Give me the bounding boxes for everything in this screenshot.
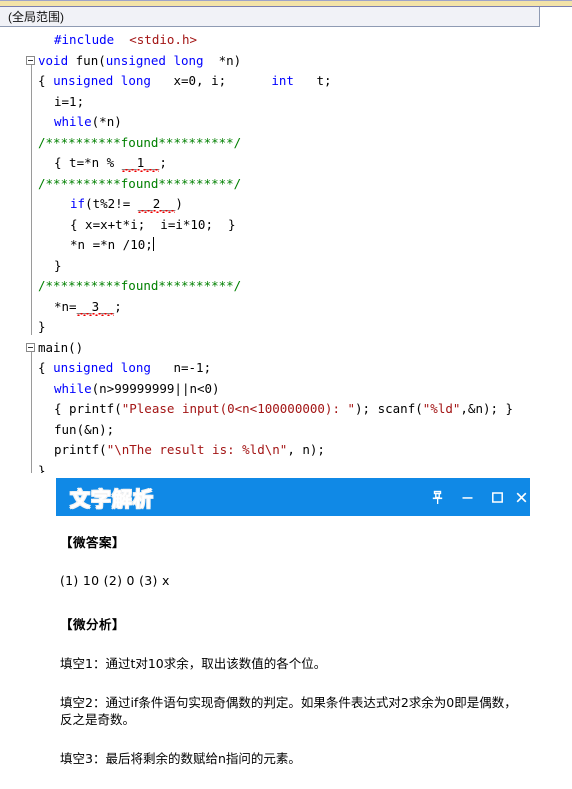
code-line[interactable]: /**********found**********/	[0, 174, 572, 195]
code-token: { t=*n %	[54, 155, 122, 170]
code-line[interactable]: { x=x+t*i; i=i*10; }	[0, 215, 572, 236]
code-token: while	[54, 114, 92, 129]
code-token: main()	[38, 339, 84, 355]
pin-icon[interactable]	[422, 478, 452, 516]
code-token: {	[38, 73, 54, 88]
code-token: fun(	[75, 52, 106, 68]
code-token: "%ld"	[422, 401, 461, 416]
code-line[interactable]: { printf("Please input(0<n<100000000): "…	[0, 399, 572, 420]
code-line[interactable]: /**********found**********/	[0, 133, 572, 154]
code-token: ); scanf(	[355, 401, 423, 416]
panel-title: 文字解析	[70, 486, 154, 511]
code-token: void	[38, 52, 76, 68]
code-token: (n>99999999||n<0)	[91, 380, 220, 396]
code-token: *n=	[54, 298, 77, 314]
code-line[interactable]: { unsigned long n=-1;	[0, 358, 572, 379]
code-token: "Please input(0<n<100000000): "	[121, 401, 356, 416]
panel-body: 【微答案】 (1) 10 (2) 0 (3) x 【微分析】 填空1：通过t对1…	[56, 516, 530, 767]
close-icon[interactable]	[512, 478, 530, 516]
code-token: )	[175, 196, 183, 211]
code-line[interactable]: if(t%2!= __2__)	[0, 194, 572, 215]
code-token: /**********found**********/	[38, 278, 242, 293]
scope-combobox[interactable]: (全局范围)	[0, 7, 540, 27]
code-line[interactable]: { t=*n % __1__;	[0, 153, 572, 174]
code-line[interactable]: }	[0, 256, 572, 277]
analysis-heading: 【微分析】	[60, 617, 126, 632]
code-token: /**********found**********/	[38, 134, 242, 150]
top-gold-strip	[0, 0, 572, 7]
code-line[interactable]: while(n>99999999||n<0)	[0, 379, 572, 400]
code-token: ,&n); }	[460, 401, 514, 416]
maximize-icon[interactable]	[482, 478, 512, 516]
code-token: "\nThe result is: %ld\n"	[106, 442, 288, 457]
code-line[interactable]: while(*n)	[0, 112, 572, 133]
code-token: __3__	[76, 298, 115, 314]
code-token: /**********found**********/	[38, 175, 242, 191]
analysis-list: 填空1：通过t对10求余，取出该数值的各个位。填空2：通过if条件语句实现奇偶数…	[60, 655, 530, 767]
code-line[interactable]: void fun(unsigned long *n)	[0, 51, 572, 72]
code-line[interactable]: fun(&n);	[0, 420, 572, 441]
code-line[interactable]: #include <stdio.h>	[0, 30, 572, 51]
analysis-item: 填空2：通过if条件语句实现奇偶数的判定。如果条件表达式对2求余为0即是偶数，反…	[60, 695, 517, 727]
code-token: (*n)	[91, 114, 122, 129]
analysis-item: 填空3：最后将剩余的数赋给n指问的元素。	[60, 751, 301, 766]
code-token: }	[38, 462, 46, 474]
answer-text: (1) 10 (2) 0 (3) x	[60, 573, 170, 588]
explanation-panel: 文字解析 【微答案】 (1) 10 (2) 0 (3) x 【微分析】 填空1：…	[56, 478, 530, 789]
code-line[interactable]: printf("\nThe result is: %ld\n", n);	[0, 440, 572, 461]
code-token: *n)	[211, 52, 242, 68]
code-line[interactable]: main()	[0, 338, 572, 359]
code-token: ;	[114, 298, 122, 314]
code-line[interactable]: }	[0, 317, 572, 338]
code-token: #include	[54, 32, 122, 47]
code-line[interactable]: *n=__3__;	[0, 297, 572, 318]
text-caret	[152, 237, 154, 251]
code-token: unsigned long	[105, 52, 212, 68]
code-token: x=0, i;	[158, 73, 272, 88]
code-token: }	[38, 319, 46, 334]
code-token: *n =*n /10;	[70, 237, 153, 252]
code-token: __2__	[137, 196, 176, 211]
minimize-icon[interactable]	[452, 478, 482, 516]
code-token: if	[70, 196, 86, 211]
code-token: int	[271, 73, 302, 88]
code-line[interactable]: i=1;	[0, 92, 572, 113]
code-token: n=-1;	[158, 360, 212, 375]
code-token: {	[38, 360, 54, 375]
code-token: , n);	[287, 442, 325, 457]
code-editor[interactable]: #include <stdio.h> void fun(unsigned long…	[0, 27, 572, 473]
code-token: __1__	[121, 155, 160, 170]
code-token: i=1;	[54, 93, 85, 109]
panel-titlebar[interactable]: 文字解析	[56, 478, 530, 516]
code-token: <stdio.h>	[121, 32, 197, 47]
code-token: { printf(	[54, 401, 122, 416]
code-token: ;	[159, 155, 167, 170]
scope-label: (全局范围)	[8, 10, 64, 24]
code-line[interactable]: /**********found**********/	[0, 276, 572, 297]
code-token: (t%2!=	[85, 196, 138, 211]
code-token: { x=x+t*i; i=i*10; }	[70, 216, 236, 232]
code-token: unsigned long	[53, 73, 159, 88]
code-token: unsigned long	[53, 360, 159, 375]
code-token: t;	[301, 73, 332, 88]
answer-heading: 【微答案】	[60, 535, 126, 550]
code-token: printf(	[54, 442, 107, 457]
code-token: }	[54, 257, 62, 273]
code-line[interactable]: }	[0, 461, 572, 474]
code-line[interactable]: *n =*n /10;	[0, 235, 572, 256]
code-token: fun(&n);	[54, 421, 115, 437]
code-line[interactable]: { unsigned long x=0, i; int t;	[0, 71, 572, 92]
analysis-item: 填空1：通过t对10求余，取出该数值的各个位。	[60, 656, 327, 671]
code-token: while	[54, 380, 92, 396]
